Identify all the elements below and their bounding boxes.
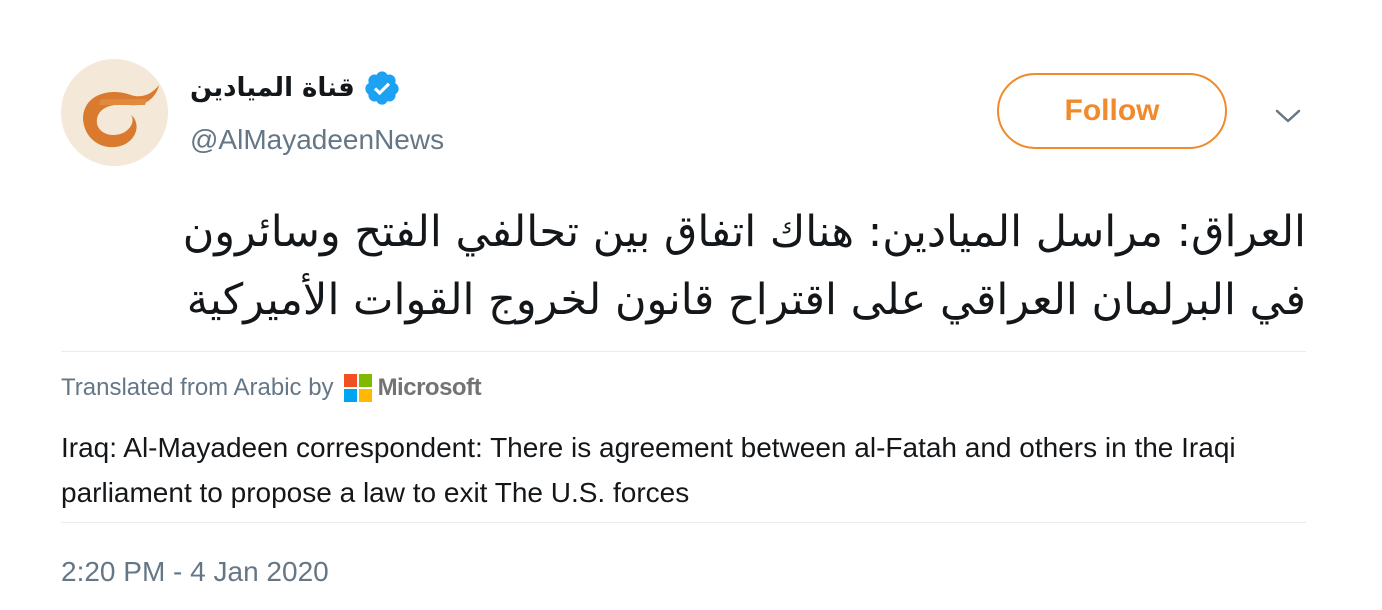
- tweet-card: قناة الميادين @AlMayadeenNews Follow الع…: [0, 0, 1382, 610]
- translator-name: Microsoft: [377, 374, 482, 401]
- translation-attribution: Translated from Arabic by Microsoft: [61, 370, 482, 406]
- translation-text: Iraq: Al-Mayadeen correspondent: There i…: [61, 432, 1236, 508]
- author-handle[interactable]: @AlMayadeenNews: [190, 124, 444, 156]
- avatar[interactable]: [61, 59, 168, 166]
- author-name-row: قناة الميادين: [190, 66, 401, 110]
- microsoft-logo: Microsoft: [343, 374, 482, 402]
- tweet-text: العراق: مراسل الميادين: هناك اتفاق بين ت…: [60, 198, 1306, 334]
- microsoft-icon: [343, 374, 372, 402]
- verified-badge-icon: [365, 71, 399, 105]
- tweet-timestamp[interactable]: 2:20 PM - 4 Jan 2020: [61, 556, 329, 588]
- divider: [61, 351, 1306, 352]
- tweet-text-line-1: العراق: مراسل الميادين: هناك اتفاق بين ت…: [182, 207, 1306, 257]
- tweet-text-line-2: في البرلمان العراقي على اقتراح قانون لخر…: [186, 275, 1306, 325]
- more-options-button[interactable]: [1268, 98, 1308, 134]
- al-mayadeen-logo-icon: [61, 59, 168, 166]
- chevron-down-icon: [1275, 109, 1301, 123]
- translated-from-label: Translated from Arabic by: [61, 374, 334, 401]
- display-name[interactable]: قناة الميادين: [190, 73, 355, 103]
- follow-button[interactable]: Follow: [997, 73, 1227, 149]
- divider: [61, 522, 1306, 523]
